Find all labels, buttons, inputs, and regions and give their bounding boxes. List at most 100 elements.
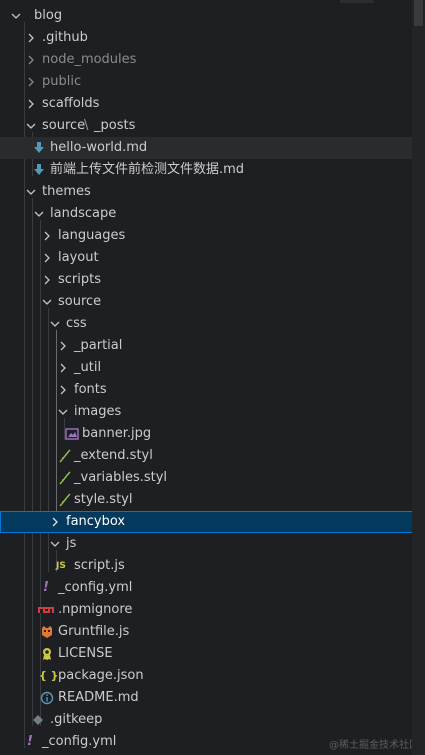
file-label: _variables.styl [74, 470, 168, 485]
vertical-scrollbar[interactable] [412, 0, 425, 755]
info-icon [40, 687, 54, 709]
chevron-right-icon[interactable] [57, 379, 69, 401]
chevron-down-icon[interactable] [25, 181, 37, 203]
yaml-file-icon: ! [43, 580, 49, 595]
tree-row-fancybox[interactable]: fancybox [0, 511, 425, 533]
chevron-down-icon[interactable] [33, 203, 45, 225]
folder-label: fancybox [66, 514, 126, 529]
folder-label: source [42, 118, 86, 133]
tree-row-blog[interactable]: blog [0, 5, 425, 27]
file-label: hello-world.md [50, 140, 148, 155]
folder-label: _posts [94, 118, 136, 133]
tree-row-scaffolds[interactable]: scaffolds [0, 93, 425, 115]
tree-row-hello-world[interactable]: hello-world.md [0, 137, 425, 159]
file-label: package.json [58, 668, 144, 683]
chevron-right-icon[interactable] [57, 335, 69, 357]
tree-row-public[interactable]: public [0, 71, 425, 93]
file-label: Gruntfile.js [58, 624, 130, 639]
tree-row-license[interactable]: LICENSE [0, 643, 425, 665]
stylus-file-icon [58, 445, 72, 467]
tree-row-style-styl[interactable]: style.styl [0, 489, 425, 511]
folder-label: languages [58, 228, 126, 243]
tree-row-languages[interactable]: languages [0, 225, 425, 247]
tree-row-source-posts[interactable]: source \ _posts [0, 115, 425, 137]
tree-row-css[interactable]: css [0, 313, 425, 335]
tree-row-github[interactable]: .github [0, 27, 425, 49]
tree-row-landscape[interactable]: landscape [0, 203, 425, 225]
folder-label: images [74, 404, 122, 419]
chevron-right-icon[interactable] [25, 93, 37, 115]
folder-label: js [66, 536, 77, 551]
npm-icon [38, 599, 54, 621]
chevron-right-icon[interactable] [41, 247, 53, 269]
scrollbar-thumb[interactable] [414, 0, 423, 26]
chevron-right-icon[interactable] [41, 269, 53, 291]
tree-row-util[interactable]: _util [0, 357, 425, 379]
tree-row-js[interactable]: js [0, 533, 425, 555]
folder-label: blog [34, 8, 63, 23]
folder-label: _partial [74, 338, 123, 353]
chevron-down-icon[interactable] [10, 5, 22, 27]
json-file-icon: { } [39, 669, 59, 682]
path-separator: \ [84, 118, 89, 133]
chevron-down-icon[interactable] [57, 401, 69, 423]
tree-row-scripts[interactable]: scripts [0, 269, 425, 291]
folder-label: landscape [50, 206, 117, 221]
folder-label: scaffolds [42, 96, 100, 111]
markdown-download-icon [33, 159, 47, 181]
file-label: 前端上传文件前检测文件数据.md [50, 162, 245, 177]
file-explorer-panel: blog .github node_modules public scaffol… [0, 0, 425, 755]
chevron-down-icon[interactable] [41, 291, 53, 313]
tree-row-gruntfile[interactable]: Gruntfile.js [0, 621, 425, 643]
folder-label: css [66, 316, 87, 331]
tree-row-readme[interactable]: README.md [0, 687, 425, 709]
tree-row-script-js[interactable]: JS script.js [0, 555, 425, 577]
folder-label: node_modules [42, 52, 137, 67]
file-label: banner.jpg [82, 426, 152, 441]
tree-row-markdown-file[interactable]: 前端上传文件前检测文件数据.md [0, 159, 425, 181]
folder-label: source [58, 294, 102, 309]
tree-row-npmignore[interactable]: .npmignore [0, 599, 425, 621]
chevron-right-icon[interactable] [25, 71, 37, 93]
stylus-file-icon [58, 467, 72, 489]
folder-label: layout [58, 250, 99, 265]
file-label: _extend.styl [74, 448, 153, 463]
git-icon [32, 709, 46, 731]
yaml-file-icon: ! [27, 734, 33, 749]
file-label: LICENSE [58, 646, 113, 661]
chevron-right-icon[interactable] [57, 357, 69, 379]
folder-label: .github [42, 30, 88, 45]
markdown-download-icon [33, 137, 47, 159]
tree-row-fonts[interactable]: fonts [0, 379, 425, 401]
tree-row-theme-config[interactable]: ! _config.yml [0, 577, 425, 599]
chevron-down-icon[interactable] [49, 313, 61, 335]
tree-row-node-modules[interactable]: node_modules [0, 49, 425, 71]
watermark: @稀土掘金技术社区 [329, 740, 419, 751]
file-label: _config.yml [42, 734, 117, 749]
grunt-icon [40, 621, 54, 643]
header-edge [340, 0, 374, 3]
tree-row-gitkeep[interactable]: .gitkeep [0, 709, 425, 731]
tree-row-themes[interactable]: themes [0, 181, 425, 203]
tree-row-images[interactable]: images [0, 401, 425, 423]
tree-row-extend-styl[interactable]: _extend.styl [0, 445, 425, 467]
tree-row-variables-styl[interactable]: _variables.styl [0, 467, 425, 489]
chevron-right-icon[interactable] [49, 511, 61, 533]
chevron-right-icon[interactable] [25, 27, 37, 49]
file-label: README.md [58, 690, 139, 705]
file-label: style.styl [74, 492, 133, 507]
file-label: _config.yml [58, 580, 133, 595]
tree-row-theme-source[interactable]: source [0, 291, 425, 313]
tree-row-partial[interactable]: _partial [0, 335, 425, 357]
tree-row-layout[interactable]: layout [0, 247, 425, 269]
folder-label: _util [74, 360, 102, 375]
chevron-right-icon[interactable] [25, 49, 37, 71]
chevron-down-icon[interactable] [25, 115, 37, 137]
folder-label: fonts [74, 382, 107, 397]
file-label: script.js [74, 558, 125, 573]
javascript-file-icon: JS [56, 561, 66, 571]
chevron-down-icon[interactable] [49, 533, 61, 555]
tree-row-banner[interactable]: banner.jpg [0, 423, 425, 445]
tree-row-package-json[interactable]: { } package.json [0, 665, 425, 687]
chevron-right-icon[interactable] [41, 225, 53, 247]
